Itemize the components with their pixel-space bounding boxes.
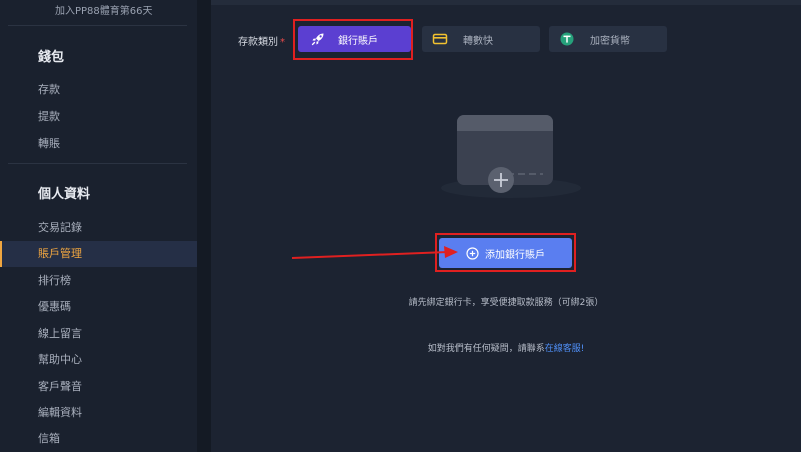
annotation-arrow-icon <box>291 246 458 259</box>
